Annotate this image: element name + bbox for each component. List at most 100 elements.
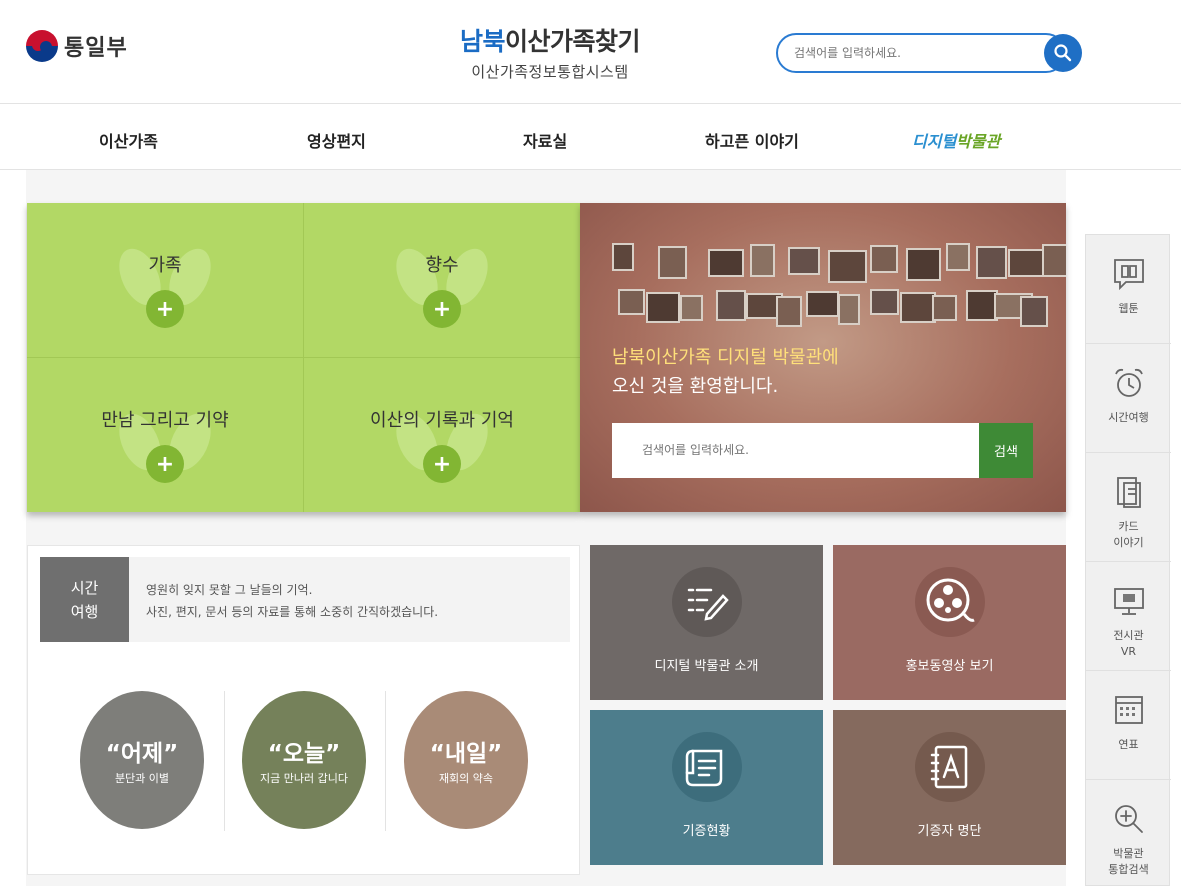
archive-photo: [900, 292, 936, 323]
logo-text: 통일부: [64, 36, 128, 61]
nav-item-digital-museum[interactable]: 디지털박물관: [912, 128, 1000, 152]
calendar-icon: [1112, 691, 1146, 729]
quick-menu-label: 웹툰: [1118, 302, 1139, 315]
archive-photo: [646, 292, 680, 323]
quick-menu-label: 연표: [1118, 738, 1139, 751]
quick-menu-label: 박물관 통합검색: [1108, 847, 1149, 876]
circle-subtitle: 재회의 약속: [438, 772, 494, 785]
tag-line-2: 여행: [70, 602, 99, 621]
circle-subtitle: 분단과 이별: [114, 772, 170, 785]
right-quick-menu: 웹툰 시간여행 카드 이야기 전시관 VR 연표 박물관 통합검색: [1085, 234, 1171, 889]
archive-photo: [680, 295, 703, 321]
circle-subtitle: 지금 만나러 갑니다: [260, 772, 348, 785]
archive-photo: [1042, 244, 1066, 277]
museum-search-box: [612, 423, 979, 478]
nav-item-family[interactable]: 이산가족: [99, 128, 158, 152]
circle-tomorrow[interactable]: “내일” 재회의 약속: [404, 691, 528, 829]
tile-museum-intro[interactable]: 디지털 박물관 소개: [590, 545, 823, 700]
tile-donation-status[interactable]: 기증현황: [590, 710, 823, 865]
archive-photo: [806, 291, 839, 317]
plus-icon[interactable]: +: [146, 290, 184, 328]
title-rest: 이산가족찾기: [505, 27, 641, 56]
archive-photo: [788, 247, 820, 275]
nav-item-stories[interactable]: 하고픈 이야기: [705, 128, 799, 152]
archive-photo: [932, 295, 957, 321]
film-reel-icon: [914, 567, 985, 637]
quick-menu-card-story[interactable]: 카드 이야기: [1086, 453, 1171, 562]
archive-photo: [976, 246, 1007, 279]
nav-special-part-b: 박물관: [956, 132, 1001, 151]
circle-yesterday[interactable]: “어제” 분단과 이별: [80, 691, 204, 829]
category-label: 이산의 기록과 기억: [370, 410, 514, 431]
alarm-clock-icon: [1112, 364, 1146, 402]
quick-menu-search[interactable]: 박물관 통합검색: [1086, 780, 1171, 889]
quick-menu-label: 시간여행: [1108, 411, 1149, 424]
museum-search-button[interactable]: 검색: [979, 423, 1033, 478]
category-label: 가족: [148, 255, 182, 276]
tag-line-1: 시간: [70, 578, 99, 597]
time-travel-tag[interactable]: 시간 여행: [40, 557, 129, 642]
card-icon: [1112, 473, 1146, 511]
header-search-button[interactable]: [1044, 34, 1082, 72]
circle-today[interactable]: “오늘” 지금 만나러 갑니다: [242, 691, 366, 829]
category-grid: 가족 + 향수 + 만남 그리고 기약 + 이산의 기록과 기억 +: [27, 203, 580, 512]
time-travel-header: 시간 여행 영원히 잊지 못할 그 날들의 기억. 사진, 편지, 문서 등의 …: [40, 557, 570, 642]
archive-photo: [658, 246, 687, 279]
desc-line-2: 사진, 편지, 문서 등의 자료를 통해 소중히 간직하겠습니다.: [146, 605, 439, 619]
site-title[interactable]: 남북이산가족찾기 이산가족정보통합시스템: [440, 22, 660, 82]
archive-photo: [612, 243, 634, 271]
nav-item-video-letter[interactable]: 영상편지: [307, 128, 366, 152]
category-meeting-promise[interactable]: 만남 그리고 기약 +: [27, 358, 303, 512]
book-icon: [1112, 255, 1146, 293]
category-family[interactable]: 가족 +: [27, 203, 303, 357]
museum-banner: 남북이산가족 디지털 박물관에 오신 것을 환영합니다. 검색: [580, 203, 1066, 512]
archive-photo: [776, 296, 802, 327]
archive-photo: [708, 249, 744, 277]
tile-donor-list[interactable]: 기증자 명단: [833, 710, 1066, 865]
main-nav: 이산가족 영상편지 자료실 하고픈 이야기 디지털박물관: [0, 104, 1181, 170]
circle-title: “오늘”: [267, 741, 341, 767]
header-search-box: [776, 33, 1066, 73]
tile-label: 홍보동영상 보기: [905, 659, 994, 674]
archive-photo: [906, 248, 941, 281]
archive-photo: [1008, 249, 1046, 277]
archive-photo: [750, 244, 775, 277]
museum-search-input[interactable]: [642, 443, 942, 457]
search-plus-icon: [1112, 800, 1146, 838]
quick-menu-timeline[interactable]: 연표: [1086, 671, 1171, 780]
category-label: 향수: [425, 255, 459, 276]
taegeuk-logo-icon: [26, 30, 58, 62]
header-search-input[interactable]: [794, 46, 1034, 60]
archive-photo: [1020, 296, 1048, 327]
header: 통일부 남북이산가족찾기 이산가족정보통합시스템: [0, 0, 1181, 104]
archive-photo: [716, 290, 746, 321]
title-highlight: 남북: [459, 27, 506, 56]
ministry-logo[interactable]: 통일부: [26, 30, 128, 62]
archive-photo: [838, 294, 860, 325]
quick-menu-vr[interactable]: 전시관 VR: [1086, 562, 1171, 671]
archive-photo: [870, 289, 899, 315]
circle-title: “어제”: [105, 741, 179, 767]
header-search: [776, 33, 1082, 73]
time-travel-panel: 시간 여행 영원히 잊지 못할 그 날들의 기억. 사진, 편지, 문서 등의 …: [27, 545, 580, 875]
archive-photo: [946, 243, 970, 271]
quick-menu-webtoon[interactable]: 웹툰: [1086, 235, 1171, 344]
quick-menu-label: 카드 이야기: [1113, 520, 1144, 549]
plus-icon[interactable]: +: [423, 445, 461, 483]
scroll-icon: [671, 732, 742, 802]
tile-label: 디지털 박물관 소개: [654, 659, 759, 674]
category-nostalgia[interactable]: 향수 +: [304, 203, 580, 357]
welcome-line-2: 오신 것을 환영합니다.: [612, 376, 779, 397]
quick-menu-label: 전시관 VR: [1113, 629, 1144, 658]
tile-promo-video[interactable]: 홍보동영상 보기: [833, 545, 1066, 700]
tile-label: 기증자 명단: [917, 824, 982, 839]
quick-menu-time-travel[interactable]: 시간여행: [1086, 344, 1171, 453]
nav-item-archive[interactable]: 자료실: [523, 128, 567, 152]
plus-icon[interactable]: +: [423, 290, 461, 328]
category-records-memory[interactable]: 이산의 기록과 기억 +: [304, 358, 580, 512]
circle-title: “내일”: [429, 741, 503, 767]
plus-icon[interactable]: +: [146, 445, 184, 483]
archive-photo: [828, 250, 867, 283]
archive-photo: [870, 245, 898, 273]
address-book-icon: [914, 732, 985, 802]
